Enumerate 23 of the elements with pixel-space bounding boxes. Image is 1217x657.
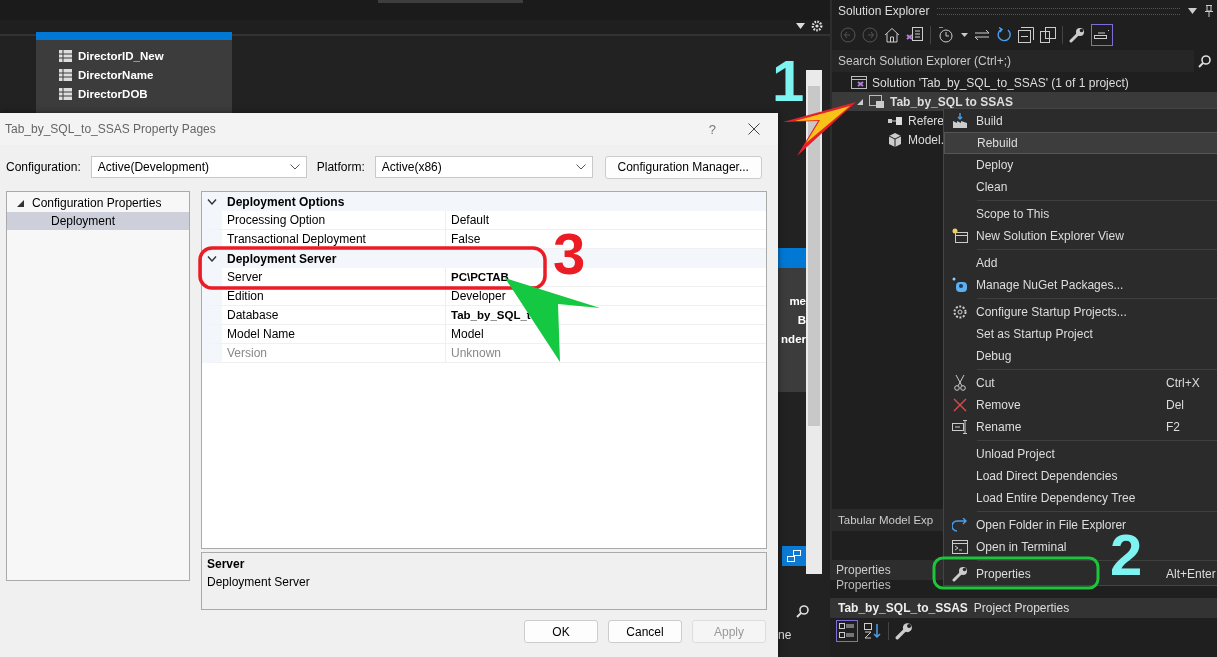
field-label: Platform:: [316, 160, 365, 174]
window-title: Tab_by_SQL_to_SSAS Property Pages: [5, 122, 217, 136]
step-number: 1: [772, 52, 805, 110]
step-number: 3: [553, 225, 586, 283]
column-name: DirectorID_New: [78, 49, 164, 62]
panel-title: Properties: [836, 578, 891, 592]
column-name: B: [797, 313, 806, 328]
panel-title: Solution Explorer: [838, 4, 930, 18]
field-label: Configuration:: [6, 160, 81, 174]
column-name: me: [789, 294, 806, 309]
description-text: Deployment Server: [207, 575, 311, 589]
column-name: DirectorDOB: [78, 87, 148, 100]
category-header: Deployment Server: [227, 251, 337, 266]
shortcut-label: F2: [1166, 420, 1181, 434]
shortcut-label: Del: [1166, 398, 1185, 412]
column-name: nder: [781, 332, 806, 347]
shortcut-label: Ctrl+X: [1166, 376, 1201, 390]
category-header: Deployment Options: [227, 194, 345, 209]
panel-title: Properties: [836, 563, 891, 577]
column-header: ne: [778, 628, 792, 642]
description-title: Server: [207, 557, 246, 571]
column-name: DirectorName: [78, 68, 154, 81]
shortcut-label: Alt+Enter: [1166, 567, 1217, 581]
